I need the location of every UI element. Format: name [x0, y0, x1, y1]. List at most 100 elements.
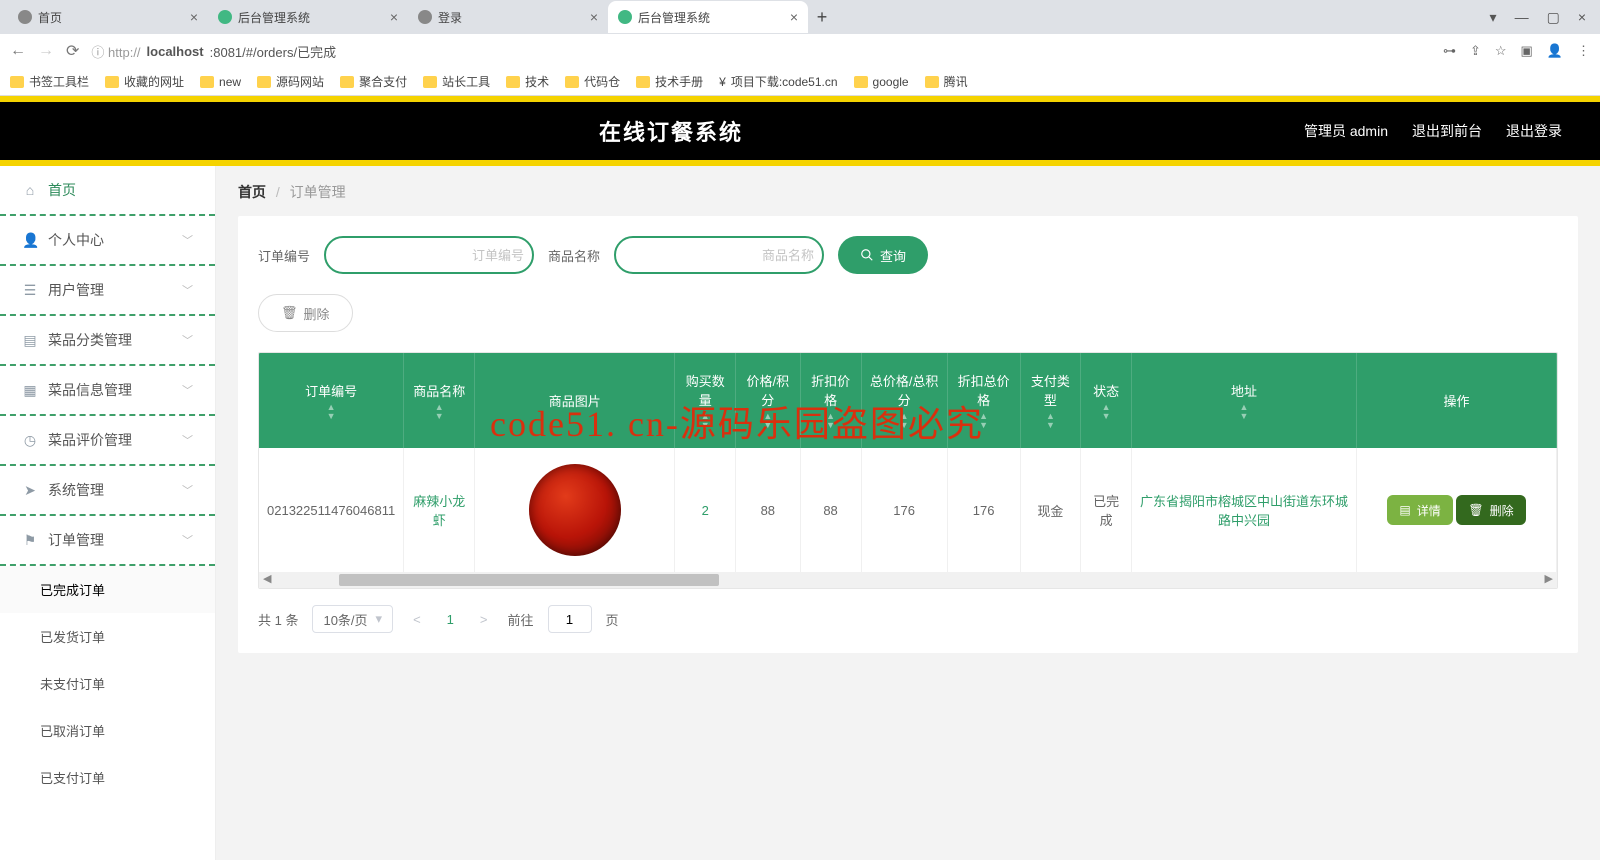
row-delete-button[interactable]: 🗑 删除: [1456, 495, 1525, 525]
menu-icon[interactable]: ⋮: [1577, 43, 1590, 59]
col-price[interactable]: 价格/积分▲▼: [736, 353, 800, 448]
browser-tab[interactable]: 首页 ×: [8, 1, 208, 33]
order-no-input[interactable]: [348, 248, 524, 263]
folder-icon: [10, 76, 24, 88]
product-image: [529, 464, 621, 556]
chevron-up-icon: ︿: [182, 532, 193, 548]
extensions-icon[interactable]: ▣: [1521, 43, 1533, 59]
key-icon[interactable]: ⊶: [1443, 43, 1456, 59]
page-size-select[interactable]: 10条/页 ▾: [312, 605, 393, 633]
new-tab-button[interactable]: +: [808, 7, 836, 28]
next-page-button[interactable]: >: [474, 612, 494, 627]
bookmark[interactable]: google: [854, 75, 909, 89]
close-icon[interactable]: ×: [790, 9, 798, 25]
delete-button[interactable]: 🗑 删除: [258, 294, 353, 332]
vue-icon: [218, 10, 232, 24]
cell-qty: 2: [675, 448, 736, 572]
trash-icon: 🗑: [281, 305, 298, 321]
close-icon[interactable]: ×: [590, 9, 598, 25]
sidebar-sub-shipped[interactable]: 已发货订单: [0, 613, 215, 660]
close-window-icon[interactable]: ×: [1578, 9, 1586, 26]
share-icon[interactable]: ⇪: [1470, 43, 1481, 59]
sidebar-sub-completed[interactable]: 已完成订单: [0, 566, 215, 613]
bookmark[interactable]: new: [200, 75, 241, 89]
sidebar-item-profile[interactable]: 👤 个人中心 ﹀: [0, 216, 215, 266]
filter-row: 订单编号 商品名称 查询: [258, 236, 1558, 274]
window-controls: ▾ — ▢ ×: [1490, 9, 1600, 26]
bookmark[interactable]: 技术手册: [636, 73, 703, 90]
col-product[interactable]: 商品名称▲▼: [404, 353, 475, 448]
bookmark[interactable]: 源码网站: [257, 73, 324, 90]
bookmark[interactable]: ¥项目下载:code51.cn: [719, 73, 837, 90]
dropdown-icon[interactable]: ▾: [1490, 9, 1497, 26]
product-name-input[interactable]: [638, 248, 814, 263]
sidebar-item-home[interactable]: ⌂ 首页: [0, 166, 215, 216]
sidebar-sub-cancelled[interactable]: 已取消订单: [0, 707, 215, 754]
col-discount-total[interactable]: 折扣总价格▲▼: [947, 353, 1020, 448]
detail-button[interactable]: ▤ 详情: [1387, 495, 1452, 525]
bookmark[interactable]: 聚合支付: [340, 73, 407, 90]
scroll-thumb[interactable]: [339, 574, 719, 586]
sidebar: ⌂ 首页 👤 个人中心 ﹀ ☰ 用户管理 ﹀ ▤ 菜品分类管理 ﹀ ▦ 菜品信息…: [0, 166, 216, 860]
col-address[interactable]: 地址▲▼: [1131, 353, 1356, 448]
folder-icon: [925, 76, 939, 88]
back-button[interactable]: ←: [10, 42, 26, 60]
current-user[interactable]: 管理员 admin: [1304, 121, 1388, 141]
bookmark[interactable]: 代码仓: [565, 73, 620, 90]
bookmark[interactable]: 技术: [506, 73, 549, 90]
browser-tab-active[interactable]: 后台管理系统 ×: [608, 1, 808, 33]
horizontal-scrollbar[interactable]: ◀ ▶: [259, 572, 1557, 588]
minimize-icon[interactable]: —: [1515, 9, 1529, 26]
sidebar-item-system[interactable]: ➤ 系统管理 ﹀: [0, 466, 215, 516]
cell-actions: ▤ 详情 🗑 删除: [1357, 448, 1557, 572]
reload-button[interactable]: ⟳: [66, 41, 79, 61]
prev-page-button[interactable]: <: [407, 612, 427, 627]
cell-address: 广东省揭阳市榕城区中山街道东环城路中兴园: [1131, 448, 1356, 572]
sidebar-item-reviews[interactable]: ◷ 菜品评价管理 ﹀: [0, 416, 215, 466]
logout-link[interactable]: 退出登录: [1506, 121, 1562, 141]
browser-tab[interactable]: 后台管理系统 ×: [208, 1, 408, 33]
cell-discount-price: 88: [800, 448, 861, 572]
bookmarks-bar: 书签工具栏 收藏的网址 new 源码网站 聚合支付 站长工具 技术 代码仓 技术…: [0, 68, 1600, 96]
scroll-right-icon[interactable]: ▶: [1545, 572, 1553, 585]
col-status[interactable]: 状态▲▼: [1081, 353, 1132, 448]
bookmark[interactable]: 收藏的网址: [105, 73, 184, 90]
cell-product[interactable]: 麻辣小龙虾: [404, 448, 475, 572]
address-bar[interactable]: ⓘ http://localhost:8081/#/orders/已完成: [91, 42, 1431, 61]
exit-to-front-link[interactable]: 退出到前台: [1412, 121, 1482, 141]
sidebar-item-dishes-info[interactable]: ▦ 菜品信息管理 ﹀: [0, 366, 215, 416]
scroll-left-icon[interactable]: ◀: [263, 572, 271, 585]
sidebar-item-orders[interactable]: ⚑ 订单管理 ︿: [0, 516, 215, 566]
search-button[interactable]: 查询: [838, 236, 928, 274]
col-pay-type[interactable]: 支付类型▲▼: [1020, 353, 1081, 448]
orders-table: 订单编号▲▼ 商品名称▲▼ 商品图片 购买数量▲▼ 价格/积分▲▼ 折扣价格▲▼…: [259, 353, 1557, 572]
order-no-label: 订单编号: [258, 246, 310, 265]
star-icon[interactable]: ☆: [1495, 43, 1507, 59]
breadcrumb-home[interactable]: 首页: [238, 184, 266, 200]
col-total[interactable]: 总价格/总积分▲▼: [861, 353, 947, 448]
col-order-no[interactable]: 订单编号▲▼: [259, 353, 404, 448]
forward-button[interactable]: →: [38, 42, 54, 60]
folder-icon: [200, 76, 214, 88]
cell-order-no: 021322511476046811: [259, 448, 404, 572]
tab-title: 首页: [38, 9, 184, 26]
col-qty[interactable]: 购买数量▲▼: [675, 353, 736, 448]
bookmark[interactable]: 书签工具栏: [10, 73, 89, 90]
goto-page-input[interactable]: [548, 605, 592, 633]
sidebar-item-categories[interactable]: ▤ 菜品分类管理 ﹀: [0, 316, 215, 366]
maximize-icon[interactable]: ▢: [1547, 9, 1560, 26]
bookmark[interactable]: 腾讯: [925, 73, 968, 90]
page-number[interactable]: 1: [441, 612, 460, 627]
sidebar-sub-unpaid[interactable]: 未支付订单: [0, 660, 215, 707]
close-icon[interactable]: ×: [390, 9, 398, 25]
profile-icon[interactable]: 👤: [1547, 43, 1563, 59]
sidebar-item-users[interactable]: ☰ 用户管理 ﹀: [0, 266, 215, 316]
bookmark[interactable]: 站长工具: [423, 73, 490, 90]
col-image: 商品图片: [475, 353, 675, 448]
col-discount-price[interactable]: 折扣价格▲▼: [800, 353, 861, 448]
sidebar-sub-paid[interactable]: 已支付订单: [0, 754, 215, 801]
globe-icon: [418, 10, 432, 24]
list-icon: ▦: [22, 382, 38, 399]
close-icon[interactable]: ×: [190, 9, 198, 25]
browser-tab[interactable]: 登录 ×: [408, 1, 608, 33]
